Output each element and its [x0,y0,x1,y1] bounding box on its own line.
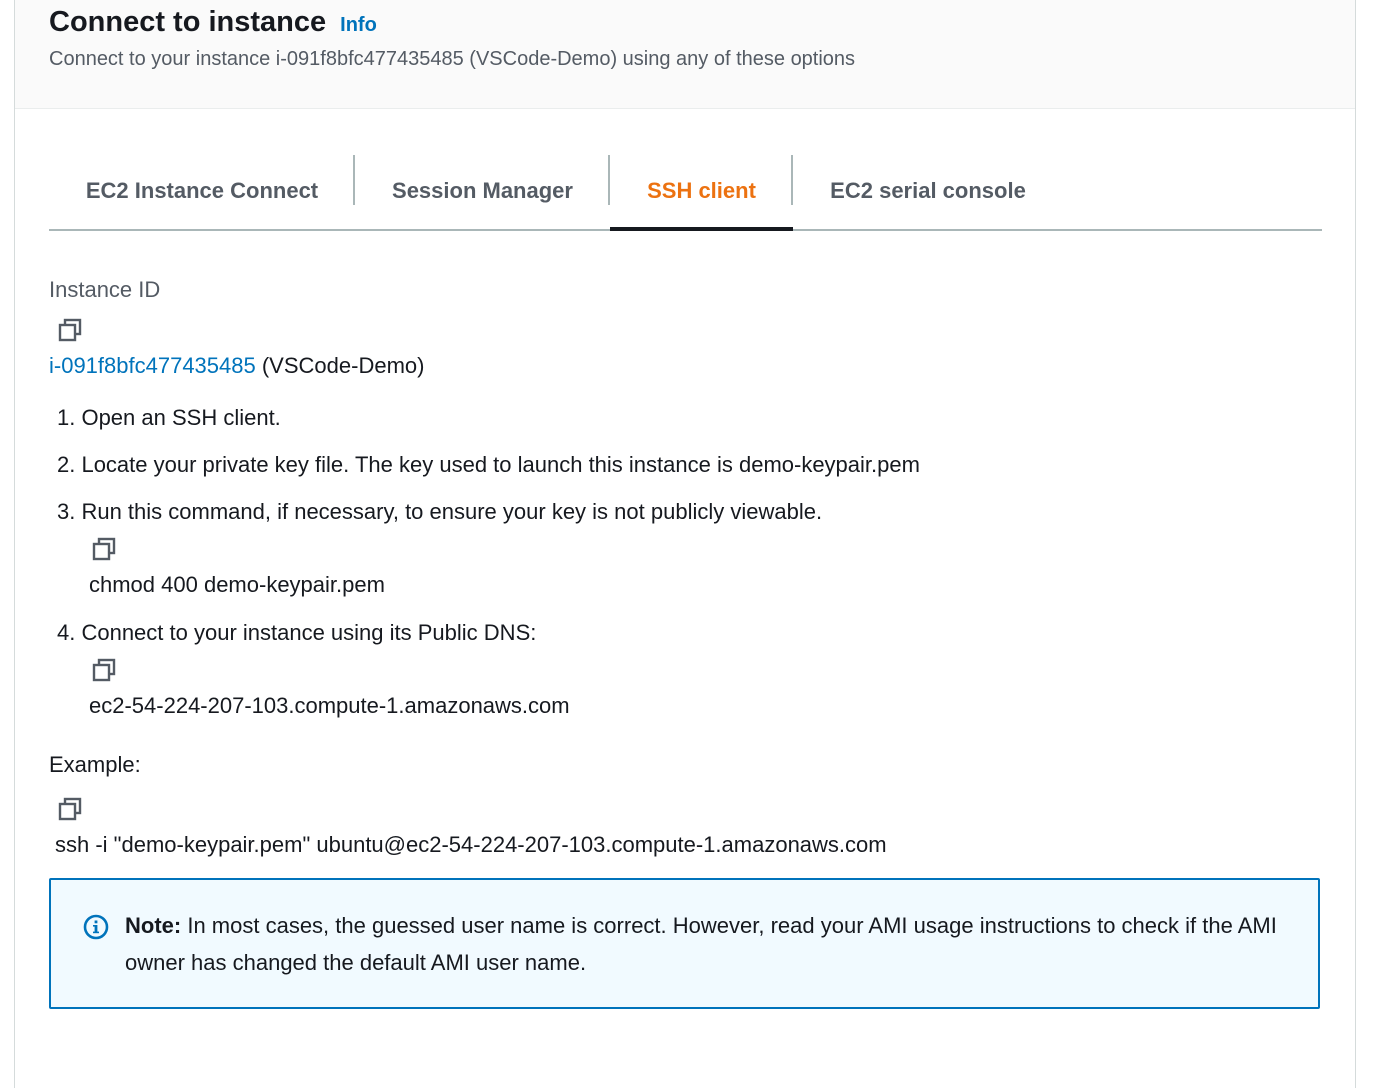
tab-session-manager[interactable]: Session Manager [355,155,610,227]
connect-panel: Connect to instance Info Connect to your… [14,0,1356,1088]
info-link[interactable]: Info [340,14,377,37]
tab-ssh-client[interactable]: SSH client [610,155,793,231]
note-body: In most cases, the guessed user name is … [125,913,1277,975]
instance-name: (VSCode-Demo) [261,353,425,378]
panel-header: Connect to instance Info Connect to your… [15,0,1355,109]
tab-ec2-serial-console[interactable]: EC2 serial console [793,155,1063,227]
copy-icon[interactable] [91,536,117,562]
note-prefix: Note: [125,913,182,938]
note-text: Note: In most cases, the guessed user na… [125,907,1285,981]
info-circle-icon [83,914,109,940]
connect-tabs: EC2 Instance Connect Session Manager SSH… [49,155,1322,231]
instance-id-link[interactable]: i-091f8bfc477435485 [49,353,256,378]
step-2: 2. Locate your private key file. The key… [57,452,920,477]
page-title: Connect to instance [49,6,327,38]
copy-icon[interactable] [57,796,83,822]
tab-ec2-instance-connect[interactable]: EC2 Instance Connect [49,155,355,227]
step-1: 1. Open an SSH client. [57,405,281,430]
title-row: Connect to instance Info [49,6,377,39]
instance-id-label: Instance ID [49,277,161,302]
chmod-command: chmod 400 demo-keypair.pem [89,572,385,597]
note-alert: Note: In most cases, the guessed user na… [49,878,1320,1009]
step-3: 3. Run this command, if necessary, to en… [57,499,823,524]
instance-id-value: i-091f8bfc477435485 (VSCode-Demo) [49,353,424,379]
public-dns-value: ec2-54-224-207-103.compute-1.amazonaws.c… [89,693,570,718]
copy-icon[interactable] [91,657,117,683]
step-4: 4. Connect to your instance using its Pu… [57,620,537,645]
example-label: Example: [49,752,141,777]
copy-icon[interactable] [57,317,83,343]
page-subtitle: Connect to your instance i-091f8bfc47743… [49,48,856,70]
example-command: ssh -i "demo-keypair.pem" ubuntu@ec2-54-… [55,832,887,857]
